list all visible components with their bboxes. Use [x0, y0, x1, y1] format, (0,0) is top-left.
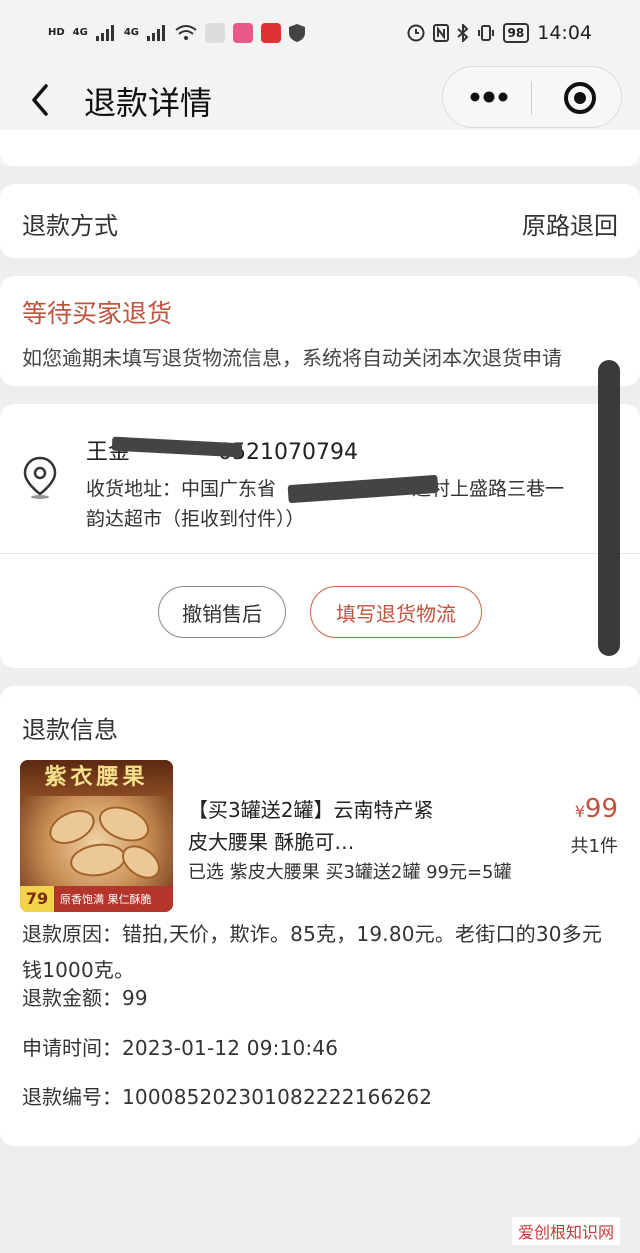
nfc-icon [432, 24, 449, 42]
refund-amount-label: 退款金额： [22, 986, 122, 1010]
cashew-shape-2 [94, 800, 154, 848]
hd-badge: HD [48, 27, 65, 38]
product-image-banner: 紫衣腰果 [20, 760, 173, 796]
address-divider [0, 553, 640, 554]
watermark: 爱创根知识网 [511, 1217, 620, 1245]
product-spec: 已选 紫皮大腰果 买3罐送2罐 99元=5罐 [188, 862, 512, 883]
status-bar: HD 4G 4G 98 14:04 [0, 0, 640, 66]
alarm-icon [407, 24, 425, 42]
cashew-shape [43, 803, 101, 851]
return-address-card: 王金 0521070794 收货地址：中国广东省 近村上盛路三巷一 韵达超市（拒收到… [0, 404, 640, 668]
status-time: 14:04 [537, 22, 592, 44]
price-symbol: ¥ [574, 802, 585, 821]
refund-number-row: 退款编号：100085202301082222166262 [22, 1079, 432, 1115]
refund-reason-label: 退款原因： [22, 922, 122, 946]
product-title[interactable]: 【买3罐送2罐】云南特产紧皮大腰果 酥脆可… [188, 794, 448, 858]
refund-amount-value: 99 [122, 986, 148, 1010]
refund-number-label: 退款编号： [22, 1085, 122, 1109]
wifi-icon [175, 25, 197, 40]
refund-method-label: 退款方式 [22, 212, 118, 240]
mini-program-capsule [442, 66, 622, 128]
refund-number-value: 100085202301082222166262 [122, 1085, 433, 1109]
more-icon[interactable] [467, 87, 511, 107]
status-bar-right: 98 14:04 [407, 22, 592, 44]
capsule-divider [531, 81, 532, 115]
product-quantity: 共1件 [570, 836, 618, 857]
refund-reason-row: 退款原因：错拍,天价，欺诈。85克，19.80元。老街口的30多元钱1000克。 [22, 916, 622, 988]
target-icon[interactable] [563, 81, 597, 115]
address-line-2: 韵达超市（拒收到付件）） [86, 508, 305, 530]
refund-method-card: 退款方式 原路退回 [0, 184, 640, 258]
product-image-tag: 原香饱满 果仁酥脆 [60, 893, 152, 906]
cashew-shape-3 [68, 840, 128, 880]
product-image-badge: 79 原香饱满 果仁酥脆 [20, 886, 173, 912]
cancel-after-sales-button[interactable]: 撤销售后 [158, 586, 286, 638]
apply-time-row: 申请时间：2023-01-12 09:10:46 [22, 1030, 338, 1066]
vibrate-icon [477, 25, 494, 41]
refund-amount-row: 退款金额：99 [22, 980, 148, 1016]
battery-icon: 98 [502, 23, 530, 43]
network-4g-badge: 4G [72, 27, 88, 38]
refund-status-title: 等待买家退货 [22, 299, 173, 328]
apply-time-label: 申请时间： [22, 1036, 122, 1060]
scrollbar[interactable] [598, 360, 620, 656]
status-bar-left: HD 4G 4G [48, 23, 306, 43]
address-prefix: 收货地址：中国广东省 [86, 478, 277, 500]
app-notification-icon-2 [233, 23, 254, 43]
refund-info-card: 退款信息 紫衣腰果 79 原香饱满 果仁酥脆 【买3罐送2罐】云南特产紧皮大腰果… [0, 686, 640, 1146]
refund-info-title: 退款信息 [22, 716, 118, 744]
signal-icon [95, 25, 114, 41]
bluetooth-icon [456, 24, 468, 42]
top-card-remainder [0, 130, 640, 166]
location-pin-icon [23, 456, 57, 499]
product-image[interactable]: 紫衣腰果 79 原香饱满 果仁酥脆 [20, 760, 173, 912]
network-4g-badge-2: 4G [123, 27, 140, 38]
cashew-shape-4 [115, 838, 167, 886]
product-price: ¥99 [575, 794, 618, 824]
apply-time-value: 2023-01-12 09:10:46 [122, 1036, 339, 1060]
refund-status-description: 如您逾期未填写退货物流信息，系统将自动关闭本次退货申请 [22, 346, 562, 370]
page-title: 退款详情 [84, 84, 213, 122]
shield-icon [289, 24, 306, 42]
app-notification-icon-3 [261, 23, 282, 43]
product-image-price: 79 [20, 886, 54, 912]
signal-icon-2 [147, 25, 166, 41]
fill-return-logistics-button[interactable]: 填写退货物流 [310, 586, 482, 638]
refund-status-card: 等待买家退货 如您逾期未填写退货物流信息，系统将自动关闭本次退货申请 [0, 276, 640, 386]
back-icon[interactable] [22, 80, 62, 120]
app-notification-icon [205, 23, 226, 43]
price-value: 99 [584, 794, 618, 824]
refund-method-value: 原路退回 [522, 212, 618, 240]
